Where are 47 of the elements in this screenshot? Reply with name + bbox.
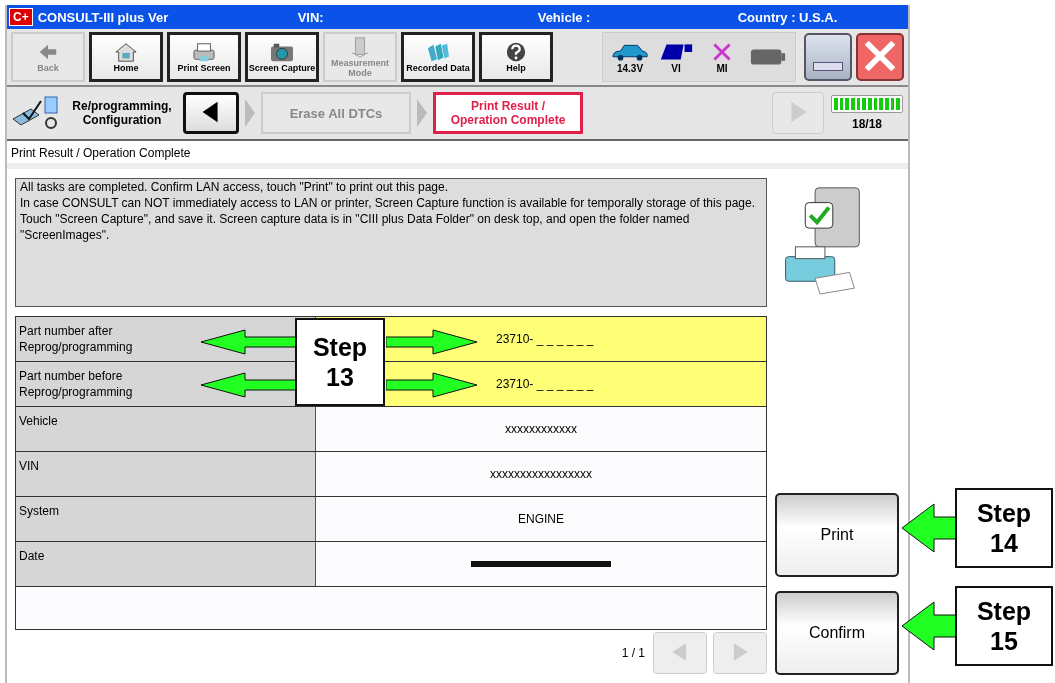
row-label: Vehicle [19, 413, 59, 429]
step-callout: Step 15 [955, 586, 1053, 666]
toolbar-button[interactable]: Help [479, 32, 553, 82]
close-button[interactable] [856, 33, 904, 81]
step-callout: Step 13 [295, 318, 385, 406]
reprogramming-icon [11, 95, 61, 131]
minimize-button[interactable] [804, 33, 852, 81]
app-logo: C+ [9, 8, 33, 26]
vin-label: VIN: [297, 9, 325, 25]
toolbar-button[interactable]: Print Screen [167, 32, 241, 82]
page-indicator: 1 / 1 [621, 646, 645, 660]
action-button[interactable]: Print [775, 493, 899, 577]
window-title: CONSULT-III plus Ver [37, 9, 170, 25]
vehicle-label: Vehicle : [537, 9, 592, 25]
minimize-icon [813, 62, 843, 71]
cell-value: 23710- _ _ _ _ _ _ [496, 332, 594, 346]
toolbar-button[interactable]: Screen Capture [245, 32, 319, 82]
arrow-icon [386, 371, 478, 399]
arrow-icon [200, 328, 296, 356]
cell-value: 23710- _ _ _ _ _ _ [496, 377, 594, 391]
country-label: Country : U.S.A. [737, 9, 838, 25]
row-label: Part number after Reprog/programming [19, 323, 134, 355]
message-text: All tasks are completed. Confirm LAN access, touch "Print" to print out this page. In case CONSULT can NOT immediately access to LAN or printer, Screen Capture function is available for temporally storage of this page. Touch "Screen Capture", and save it. Screen capture data is in "CIII plus Data Folder" on desk top, and open the folder named "ScreenImages". [15, 178, 767, 307]
step-callout: Step 14 [955, 488, 1053, 568]
progress-count: 18/18 [852, 117, 882, 131]
back-button[interactable] [183, 92, 239, 134]
status-label: 14.3V [616, 62, 644, 74]
row-label: Part number before Reprog/programming [19, 368, 134, 400]
breadcrumb-step[interactable]: Print Result / Operation Complete [433, 92, 583, 134]
arrow-icon [386, 328, 478, 356]
row-label: System [19, 503, 60, 519]
battery-icon [749, 46, 787, 68]
arrow-icon [901, 601, 957, 651]
cell-value: ENGINE [518, 512, 564, 526]
cell-value: xxxxxxxxxxxx [505, 422, 577, 436]
status-label: VI [671, 62, 681, 74]
toolbar-button[interactable]: Home [89, 32, 163, 82]
cell-value: xxxxxxxxxxxxxxxxx [490, 467, 592, 481]
row-label: Date [19, 548, 46, 564]
function-label: Re/programming, Configuration [71, 99, 173, 127]
page-heading: Print Result / Operation Complete [10, 145, 192, 162]
status-label: MI [716, 62, 728, 74]
toolbar-button[interactable]: Recorded Data [401, 32, 475, 82]
arrow-icon [901, 503, 957, 553]
row-label: VIN [19, 458, 40, 474]
arrow-icon [200, 371, 296, 399]
action-button[interactable]: Confirm [775, 591, 899, 675]
